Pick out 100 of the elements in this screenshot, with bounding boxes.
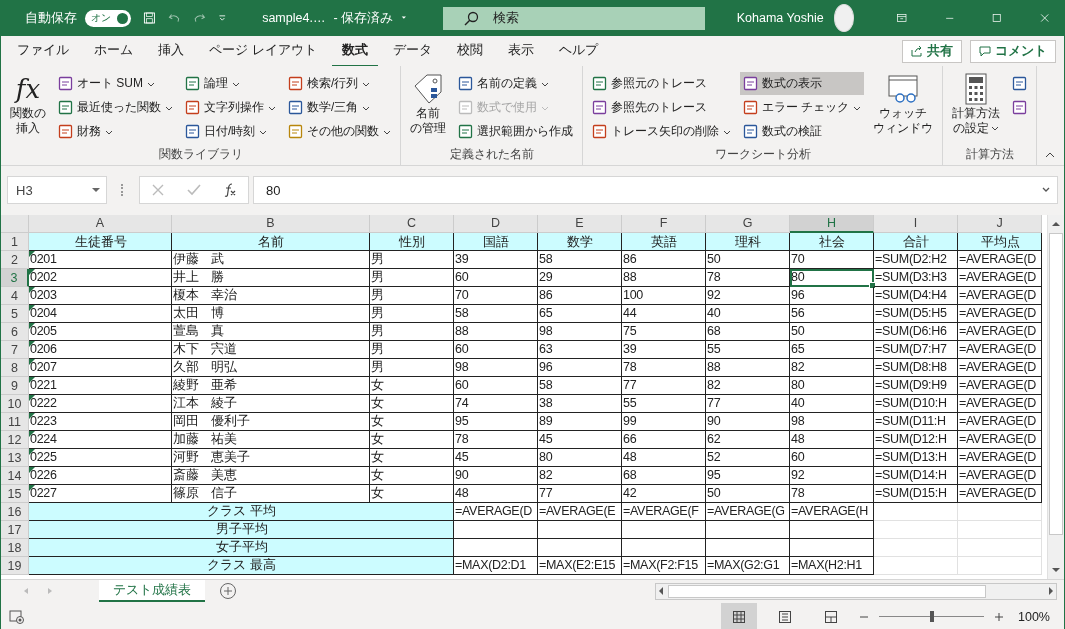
add-sheet-icon[interactable] xyxy=(219,582,237,600)
table-cell: =AVERAGE(D xyxy=(958,341,1042,359)
row-header[interactable]: 13 xyxy=(1,449,29,467)
row-header[interactable]: 15 xyxy=(1,485,29,503)
row-header[interactable]: 18 xyxy=(1,539,29,557)
ribbon-tab[interactable]: データ xyxy=(382,34,442,68)
ribbon-tab[interactable]: 挿入 xyxy=(148,34,194,68)
ribbon-button[interactable]: 最近使った関数 xyxy=(55,96,176,119)
zoom-slider-thumb[interactable] xyxy=(929,611,934,622)
ribbon-tab[interactable]: ページ レイアウト xyxy=(199,34,327,68)
column-header[interactable]: I xyxy=(874,215,958,233)
ribbon-large-button[interactable]: ウォッチ ウィンドウ xyxy=(870,68,937,147)
ribbon-button[interactable]: 選択範囲から作成 xyxy=(455,120,576,143)
ribbon-button[interactable]: トレース矢印の削除 xyxy=(589,120,734,143)
ribbon-tab[interactable]: 校閲 xyxy=(446,34,493,68)
column-header[interactable]: A xyxy=(29,215,172,233)
ribbon-button[interactable]: 財務 xyxy=(55,120,176,143)
drag-handle-icon[interactable] xyxy=(121,184,125,196)
ribbon-tab[interactable]: ホーム xyxy=(84,34,143,68)
name-box[interactable]: H3 xyxy=(7,176,107,204)
column-header[interactable]: E xyxy=(538,215,622,233)
ribbon-button[interactable]: 日付/時刻 xyxy=(182,120,279,143)
table-cell: 数学 xyxy=(538,233,622,251)
fill-handle[interactable] xyxy=(869,282,876,289)
ribbon-large-button[interactable]: 名前 の管理 xyxy=(407,68,449,147)
row-header[interactable]: 16 xyxy=(1,503,29,521)
sheet-tab[interactable]: テスト成績表 xyxy=(99,580,205,602)
row-header[interactable]: 1 xyxy=(1,233,29,251)
ribbon-button[interactable]: 文字列操作 xyxy=(182,96,279,119)
ribbon-button[interactable]: 検索/行列 xyxy=(285,72,394,95)
macro-record-icon[interactable] xyxy=(9,608,25,625)
table-cell: =SUM(D9:H9 xyxy=(874,377,958,395)
row-header[interactable]: 6 xyxy=(1,323,29,341)
row-header[interactable]: 19 xyxy=(1,557,29,575)
scroll-down-icon[interactable] xyxy=(1051,565,1061,575)
row-header[interactable]: 7 xyxy=(1,341,29,359)
table-cell: 英語 xyxy=(622,233,706,251)
search-field[interactable]: 検索 xyxy=(442,6,705,30)
horizontal-scrollbar[interactable] xyxy=(655,582,1057,600)
customize-caret-icon[interactable] xyxy=(217,12,227,24)
row-header[interactable]: 11 xyxy=(1,413,29,431)
insert-function-icon[interactable] xyxy=(223,183,237,197)
ribbon-button[interactable]: エラー チェック xyxy=(740,96,865,119)
row-header[interactable]: 3 xyxy=(1,269,29,287)
ribbon-button[interactable]: 数式の検証 xyxy=(740,120,865,143)
table-cell: 60 xyxy=(454,269,538,287)
table-cell: =AVERAGE(E xyxy=(538,503,622,521)
file-name[interactable]: sample4.… xyxy=(262,11,326,25)
row-header[interactable]: 5 xyxy=(1,305,29,323)
column-header[interactable]: B xyxy=(172,215,370,233)
ribbon-button[interactable]: 参照先のトレース xyxy=(589,96,734,119)
zoom-level[interactable]: 100% xyxy=(1018,609,1050,624)
row-header[interactable]: 4 xyxy=(1,287,29,305)
ribbon-button[interactable]: 参照元のトレース xyxy=(589,72,734,95)
column-header[interactable]: F xyxy=(622,215,706,233)
ribbon-button[interactable]: 数学/三角 xyxy=(285,96,394,119)
autosave-toggle[interactable]: オン xyxy=(85,9,131,27)
ribbon-button[interactable]: オート SUM xyxy=(55,72,176,95)
formula-field[interactable]: 80 xyxy=(253,176,1058,204)
table-cell: =SUM(D8:H8 xyxy=(874,359,958,377)
table-cell: 95 xyxy=(454,413,538,431)
row-header[interactable]: 9 xyxy=(1,377,29,395)
ribbon-tab[interactable]: 表示 xyxy=(497,34,544,68)
table-cell: クラス 平均 xyxy=(29,503,454,521)
scroll-right-icon[interactable] xyxy=(1046,586,1056,596)
row-header[interactable]: 17 xyxy=(1,521,29,539)
table-cell: 88 xyxy=(454,323,538,341)
ribbon-button[interactable]: 論理 xyxy=(182,72,279,95)
vertical-scrollbar[interactable] xyxy=(1047,215,1064,579)
user-name[interactable]: Kohama Yoshie xyxy=(736,11,824,25)
row-header[interactable]: 10 xyxy=(1,395,29,413)
table-cell: =SUM(D3:H3 xyxy=(874,269,958,287)
column-header[interactable]: J xyxy=(958,215,1042,233)
row-header[interactable]: 2 xyxy=(1,251,29,269)
row-header[interactable]: 14 xyxy=(1,467,29,485)
scroll-up-icon[interactable] xyxy=(1051,219,1061,229)
row-header[interactable]: 12 xyxy=(1,431,29,449)
table-cell: 92 xyxy=(790,467,874,485)
normal-view-button[interactable] xyxy=(721,602,757,629)
save-status: - 保存済み xyxy=(333,9,394,27)
ribbon-large-button[interactable]: fx 関数の 挿入 xyxy=(7,68,49,147)
column-header[interactable]: C xyxy=(370,215,454,233)
column-header[interactable]: D xyxy=(454,215,538,233)
comment-button[interactable]: コメント xyxy=(970,39,1056,63)
row-header[interactable]: 8 xyxy=(1,359,29,377)
column-header[interactable]: G xyxy=(706,215,790,233)
table-cell: 男 xyxy=(370,323,454,341)
save-icon[interactable] xyxy=(143,9,156,27)
ribbon-tab[interactable]: ヘルプ xyxy=(548,34,608,68)
ribbon-button[interactable]: 数式の表示 xyxy=(740,72,865,95)
column-header[interactable]: H xyxy=(790,215,874,233)
avatar[interactable] xyxy=(833,4,855,32)
table-cell: 木下 宍道 xyxy=(172,341,370,359)
ribbon-large-button[interactable]: 計算方法 の設定 xyxy=(949,68,1004,147)
table-cell: =SUM(D11:H xyxy=(874,413,958,431)
ribbon-button[interactable]: その他の関数 xyxy=(285,120,394,143)
ribbon-button[interactable]: 名前の定義 xyxy=(455,72,576,95)
ribbon-tab[interactable]: ファイル xyxy=(7,34,79,68)
zoom-in-icon[interactable] xyxy=(994,611,1004,622)
share-button[interactable]: 共有 xyxy=(902,39,962,63)
